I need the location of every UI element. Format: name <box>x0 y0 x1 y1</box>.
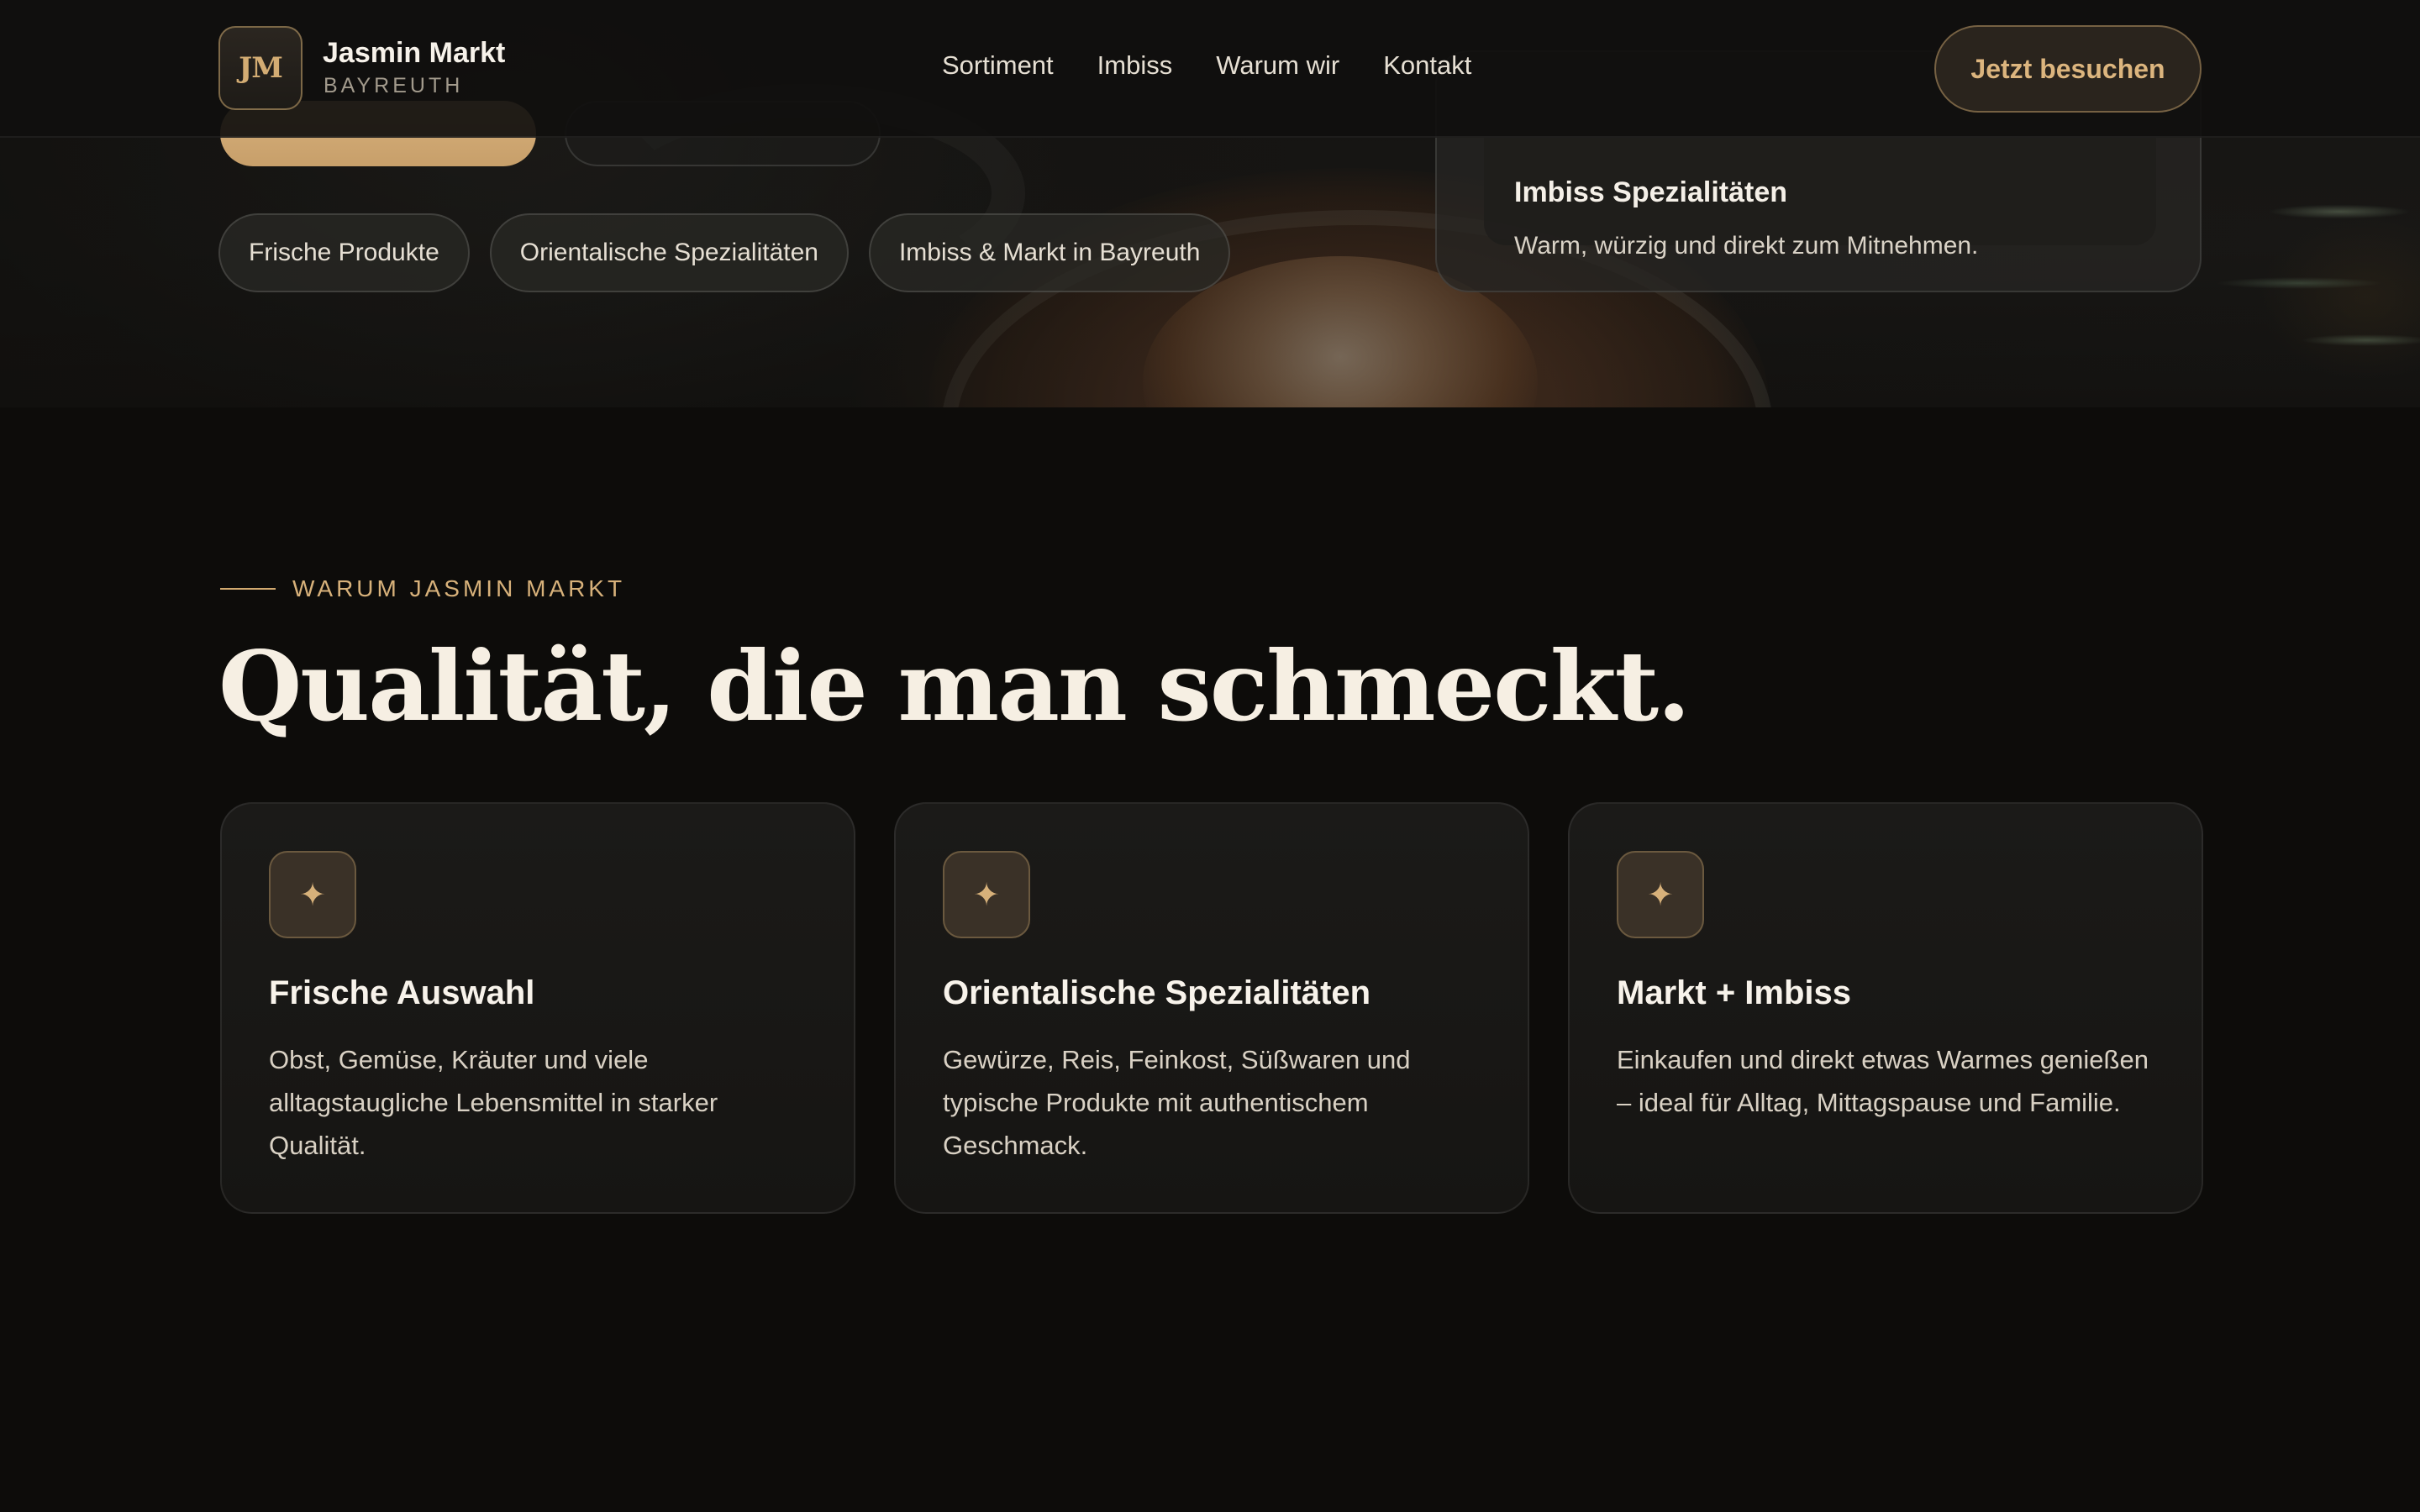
main-nav: Sortiment Imbiss Warum wir Kontakt <box>942 50 1471 81</box>
hero-card-title: Imbiss Spezialitäten <box>1514 176 1787 208</box>
feature-card-text: Obst, Gemüse, Kräuter und viele alltagst… <box>269 1045 718 1160</box>
brand-name[interactable]: Jasmin Markt <box>323 37 505 70</box>
nav-link-warum-wir[interactable]: Warum wir <box>1216 50 1339 81</box>
logo-mark[interactable]: JM <box>218 26 302 110</box>
feature-card: ✦ Markt + Imbiss Einkaufen und direkt et… <box>1568 802 2203 1214</box>
nav-link-imbiss[interactable]: Imbiss <box>1097 50 1173 81</box>
feature-card-text: Gewürze, Reis, Feinkost, Süßwaren und ty… <box>943 1045 1411 1160</box>
feature-card-title: Markt + Imbiss <box>1617 974 1852 1011</box>
feature-card-title: Orientalische Spezialitäten <box>943 974 1371 1011</box>
hero-chip-list: Frische Produkte Orientalische Spezialit… <box>218 213 1231 292</box>
feature-card-text: Einkaufen und direkt etwas Warmes genieß… <box>1617 1045 2149 1117</box>
section-headline: Qualität, die man schmeckt. <box>218 630 1691 743</box>
section-eyebrow: WARUM JASMIN MARKT <box>292 575 626 601</box>
sparkle-icon: ✦ <box>269 851 356 938</box>
feature-card-list: ✦ Frische Auswahl Obst, Gemüse, Kräuter … <box>220 802 2203 1214</box>
site-header: JM Jasmin Markt BAYREUTH Sortiment Imbis… <box>0 0 2420 138</box>
brand-location: BAYREUTH <box>324 74 464 97</box>
hero-card-text: Warm, würzig und direkt zum Mitnehmen. <box>1514 232 1979 260</box>
feature-card: ✦ Frische Auswahl Obst, Gemüse, Kräuter … <box>220 802 855 1214</box>
feature-card: ✦ Orientalische Spezialitäten Gewürze, R… <box>894 802 1529 1214</box>
eyebrow-divider <box>220 588 276 590</box>
feature-card-title: Frische Auswahl <box>269 974 535 1011</box>
hero-chip: Orientalische Spezialitäten <box>489 213 849 292</box>
sparkle-icon: ✦ <box>1617 851 1704 938</box>
hero-chip: Imbiss & Markt in Bayreuth <box>868 213 1231 292</box>
hero-chip: Frische Produkte <box>218 213 470 292</box>
sparkle-icon: ✦ <box>943 851 1030 938</box>
visit-now-button[interactable]: Jetzt besuchen <box>1934 25 2202 113</box>
nav-link-kontakt[interactable]: Kontakt <box>1383 50 1471 81</box>
nav-link-sortiment[interactable]: Sortiment <box>942 50 1054 81</box>
